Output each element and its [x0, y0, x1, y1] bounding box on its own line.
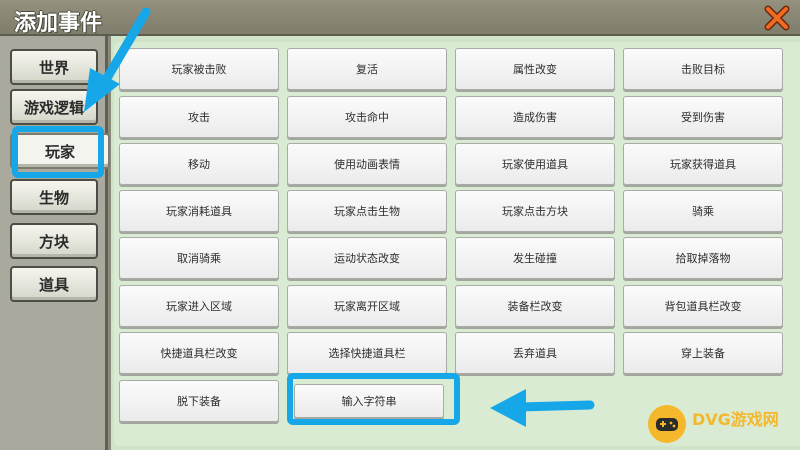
- event-button-player-use-item[interactable]: 玩家使用道具: [455, 143, 615, 185]
- event-button-collision[interactable]: 发生碰撞: [455, 237, 615, 279]
- sidebar-item-block[interactable]: 方块: [10, 223, 98, 259]
- event-button-player-defeated[interactable]: 玩家被击败: [119, 48, 279, 90]
- sidebar-item-player[interactable]: 玩家: [10, 133, 110, 169]
- sidebar-item-label: 方块: [38, 232, 69, 251]
- event-button-leave-area[interactable]: 玩家离开区域: [287, 285, 447, 327]
- event-button-equip[interactable]: 穿上装备: [623, 332, 783, 374]
- event-button-equipment-bar-change[interactable]: 装备栏改变: [455, 285, 615, 327]
- event-button-motion-state-change[interactable]: 运动状态改变: [287, 237, 447, 279]
- event-button-pickup-drop[interactable]: 拾取掉落物: [623, 237, 783, 279]
- event-button-attack-hit[interactable]: 攻击命中: [287, 96, 447, 138]
- close-x-icon: [764, 5, 790, 31]
- event-list-panel: 玩家被击败 复活 属性改变 击败目标 攻击 攻击命中 造成伤害 受到伤害 移动 …: [111, 36, 800, 450]
- sidebar-item-label: 道具: [38, 275, 69, 294]
- dialog-title: 添加事件: [14, 11, 103, 36]
- event-grid: 玩家被击败 复活 属性改变 击败目标 攻击 攻击命中 造成伤害 受到伤害 移动 …: [114, 42, 800, 446]
- watermark-url: WWW.DSE.TV: [692, 428, 757, 438]
- event-button-revive[interactable]: 复活: [287, 48, 447, 90]
- event-button-deal-damage[interactable]: 造成伤害: [455, 96, 615, 138]
- sidebar-item-label: 游戏逻辑: [23, 98, 84, 117]
- site-watermark: DVG游戏网 WWW.DSE.TV: [648, 402, 796, 446]
- event-button-ride[interactable]: 骑乘: [623, 190, 783, 232]
- gamepad-logo-icon: [648, 405, 686, 443]
- event-button-take-damage[interactable]: 受到伤害: [623, 96, 783, 138]
- sidebar-item-game-logic[interactable]: 游戏逻辑: [10, 89, 98, 125]
- close-button[interactable]: [762, 3, 792, 33]
- event-button-player-click-creature[interactable]: 玩家点击生物: [287, 190, 447, 232]
- event-button-drop-item[interactable]: 丢弃道具: [455, 332, 615, 374]
- watermark-name: DVG游戏网: [692, 409, 779, 429]
- sidebar-item-creature[interactable]: 生物: [10, 179, 98, 215]
- event-button-player-gain-item[interactable]: 玩家获得道具: [623, 143, 783, 185]
- event-button-hotbar-change[interactable]: 快捷道具栏改变: [119, 332, 279, 374]
- dialog-titlebar: 添加事件: [0, 0, 800, 36]
- event-button-select-hotbar[interactable]: 选择快捷道具栏: [287, 332, 447, 374]
- event-button-attribute-change[interactable]: 属性改变: [455, 48, 615, 90]
- sidebar-item-label: 玩家: [44, 142, 75, 161]
- event-button-unequip[interactable]: 脱下装备: [119, 380, 279, 422]
- sidebar-item-item[interactable]: 道具: [10, 266, 98, 302]
- event-button-attack[interactable]: 攻击: [119, 96, 279, 138]
- event-button-cancel-ride[interactable]: 取消骑乘: [119, 237, 279, 279]
- event-button-use-emote[interactable]: 使用动画表情: [287, 143, 447, 185]
- event-button-backpack-bar-change[interactable]: 背包道具栏改变: [623, 285, 783, 327]
- sidebar-item-world[interactable]: 世界: [10, 49, 98, 85]
- sidebar-item-label: 世界: [38, 58, 69, 77]
- sidebar-item-label: 生物: [38, 188, 69, 207]
- event-button-player-click-block[interactable]: 玩家点击方块: [455, 190, 615, 232]
- event-button-enter-area[interactable]: 玩家进入区域: [119, 285, 279, 327]
- category-sidebar: 世界 游戏逻辑 玩家 生物 方块 道具: [0, 36, 110, 450]
- event-button-input-string[interactable]: 输入字符串: [294, 384, 444, 418]
- event-button-defeat-target[interactable]: 击败目标: [623, 48, 783, 90]
- event-button-player-consume-item[interactable]: 玩家消耗道具: [119, 190, 279, 232]
- event-button-move[interactable]: 移动: [119, 143, 279, 185]
